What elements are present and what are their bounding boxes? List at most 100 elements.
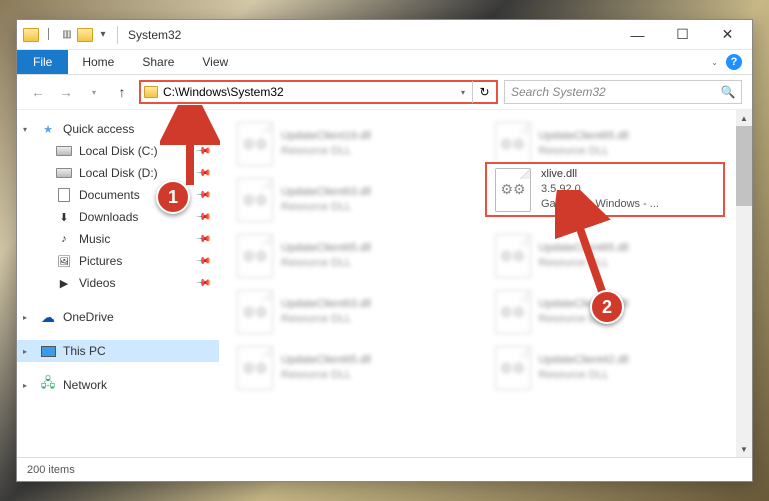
address-bar[interactable]: ▾ ↻ <box>139 80 498 104</box>
help-icon[interactable]: ? <box>726 54 742 70</box>
folder-icon <box>23 28 39 42</box>
file-version: 3.5.92.0 <box>541 182 659 197</box>
dll-file-icon: ⚙⚙ <box>237 234 273 278</box>
explorer-window: │ ▥ ▾ System32 — ☐ ✕ File Home Share Vie… <box>16 19 753 482</box>
file-item-xlive[interactable]: ⚙⚙ xlive.dll 3.5.92.0 Games for Windows … <box>485 162 725 217</box>
drive-icon <box>55 143 73 159</box>
navigation-pane: ▾ ★ Quick access Local Disk (C:)📌 Local … <box>17 110 219 457</box>
sidebar-item-pictures[interactable]: 🖼Pictures📌 <box>17 250 219 272</box>
tab-home[interactable]: Home <box>68 50 128 74</box>
dll-file-icon: ⚙⚙ <box>495 234 531 278</box>
new-folder-icon[interactable] <box>77 28 93 42</box>
dll-file-icon: ⚙⚙ <box>237 122 273 166</box>
dll-file-icon: ⚙⚙ <box>237 290 273 334</box>
star-icon: ★ <box>39 121 57 137</box>
network-icon: 🖧 <box>39 377 57 393</box>
properties-icon[interactable]: ▥ <box>59 27 75 43</box>
chevron-right-icon[interactable]: ▸ <box>23 381 27 390</box>
back-button[interactable]: ← <box>27 81 49 103</box>
dll-file-icon: ⚙⚙ <box>495 122 531 166</box>
tab-share[interactable]: Share <box>128 50 188 74</box>
sidebar-item-downloads[interactable]: ⬇Downloads📌 <box>17 206 219 228</box>
ribbon-expand-icon[interactable]: ⌄ <box>711 58 718 67</box>
titlebar: │ ▥ ▾ System32 — ☐ ✕ <box>17 20 752 50</box>
file-item[interactable]: ⚙⚙UpdateClient65.dllResource DLL <box>237 342 477 394</box>
annotation-callout-1: 1 <box>156 180 190 214</box>
file-item[interactable]: ⚙⚙UpdateClient19.dllResource DLL <box>237 118 477 170</box>
file-description: Games for Windows - ... <box>541 197 659 212</box>
qat-dropdown-icon[interactable]: ▾ <box>95 27 111 43</box>
pin-icon: 📌 <box>194 209 211 226</box>
pictures-icon: 🖼 <box>55 253 73 269</box>
sidebar-item-videos[interactable]: ▶Videos📌 <box>17 272 219 294</box>
minimize-button[interactable]: — <box>615 20 660 49</box>
downloads-icon: ⬇ <box>55 209 73 225</box>
forward-button[interactable]: → <box>55 81 77 103</box>
file-item[interactable]: ⚙⚙UpdateClient65.dllResource DLL <box>495 230 735 282</box>
close-button[interactable]: ✕ <box>705 20 750 49</box>
file-details: xlive.dll 3.5.92.0 Games for Windows - .… <box>541 167 659 212</box>
address-folder-icon <box>141 86 161 98</box>
window-title: System32 <box>128 28 181 42</box>
sidebar-label: Quick access <box>63 122 134 136</box>
file-item[interactable]: ⚙⚙UpdateClient42.dllResource DLL <box>495 342 735 394</box>
gear-icon: ⚙⚙ <box>500 181 525 198</box>
recent-dropdown-icon[interactable]: ▾ <box>83 81 105 103</box>
file-item[interactable]: ⚙⚙UpdateClient63.dllResource DLL <box>237 174 477 226</box>
sidebar-this-pc[interactable]: ▸This PC <box>17 340 219 362</box>
sidebar-item-music[interactable]: ♪Music📌 <box>17 228 219 250</box>
sidebar-item-local-disk-c[interactable]: Local Disk (C:)📌 <box>17 140 219 162</box>
sidebar-quick-access[interactable]: ▾ ★ Quick access <box>17 118 219 140</box>
address-dropdown-icon[interactable]: ▾ <box>454 88 472 97</box>
file-item[interactable]: ⚙⚙UpdateClient65.dllResource DLL <box>237 230 477 282</box>
window-controls: — ☐ ✕ <box>615 20 750 49</box>
vertical-scrollbar[interactable]: ▲ ▼ <box>736 110 752 457</box>
drive-icon <box>55 165 73 181</box>
scroll-down-icon[interactable]: ▼ <box>736 441 752 457</box>
titlebar-separator <box>117 26 118 44</box>
cloud-icon: ☁ <box>39 309 57 325</box>
document-icon <box>55 187 73 203</box>
music-icon: ♪ <box>55 231 73 247</box>
dll-file-icon: ⚙⚙ <box>495 290 531 334</box>
sidebar-network[interactable]: ▸🖧Network <box>17 374 219 396</box>
address-input[interactable] <box>161 85 454 99</box>
dll-file-icon: ⚙⚙ <box>495 168 531 212</box>
status-bar: 200 items <box>17 457 752 481</box>
pin-icon: 📌 <box>194 275 211 292</box>
dll-file-icon: ⚙⚙ <box>495 346 531 390</box>
search-input[interactable] <box>505 85 715 99</box>
pin-icon: 📌 <box>194 231 211 248</box>
chevron-right-icon[interactable]: ▸ <box>23 313 27 322</box>
tab-view[interactable]: View <box>188 50 242 74</box>
refresh-button[interactable]: ↻ <box>472 81 496 103</box>
quick-access-toolbar: │ ▥ ▾ <box>19 27 111 43</box>
scroll-up-icon[interactable]: ▲ <box>736 110 752 126</box>
videos-icon: ▶ <box>55 275 73 291</box>
up-button[interactable]: ↑ <box>111 81 133 103</box>
pin-icon: 📌 <box>194 165 211 182</box>
pin-icon: 📌 <box>194 143 211 160</box>
file-menu[interactable]: File <box>17 50 68 74</box>
navigation-bar: ← → ▾ ↑ ▾ ↻ 🔍 <box>17 75 752 109</box>
file-name: xlive.dll <box>541 167 659 182</box>
ribbon: File Home Share View ⌄ ? <box>17 50 752 75</box>
pin-icon: 📌 <box>194 253 211 270</box>
pc-icon <box>39 343 57 359</box>
item-count: 200 items <box>27 464 75 476</box>
search-icon[interactable]: 🔍 <box>715 85 741 99</box>
pin-icon: 📌 <box>194 187 211 204</box>
chevron-down-icon[interactable]: ▾ <box>23 125 27 134</box>
file-item[interactable]: ⚙⚙UpdateClient63.dllResource DLL <box>237 286 477 338</box>
dll-file-icon: ⚙⚙ <box>237 346 273 390</box>
file-list-pane: ⚙⚙UpdateClient19.dllResource DLL⚙⚙Update… <box>219 110 752 457</box>
search-box[interactable]: 🔍 <box>504 80 742 104</box>
dll-file-icon: ⚙⚙ <box>237 178 273 222</box>
sidebar-onedrive[interactable]: ▸☁OneDrive <box>17 306 219 328</box>
sidebar-item-local-disk-d[interactable]: Local Disk (D:)📌 <box>17 162 219 184</box>
maximize-button[interactable]: ☐ <box>660 20 705 49</box>
explorer-body: ▾ ★ Quick access Local Disk (C:)📌 Local … <box>17 109 752 457</box>
chevron-right-icon[interactable]: ▸ <box>23 347 27 356</box>
qat-separator: │ <box>41 27 57 43</box>
scroll-thumb[interactable] <box>736 126 752 206</box>
